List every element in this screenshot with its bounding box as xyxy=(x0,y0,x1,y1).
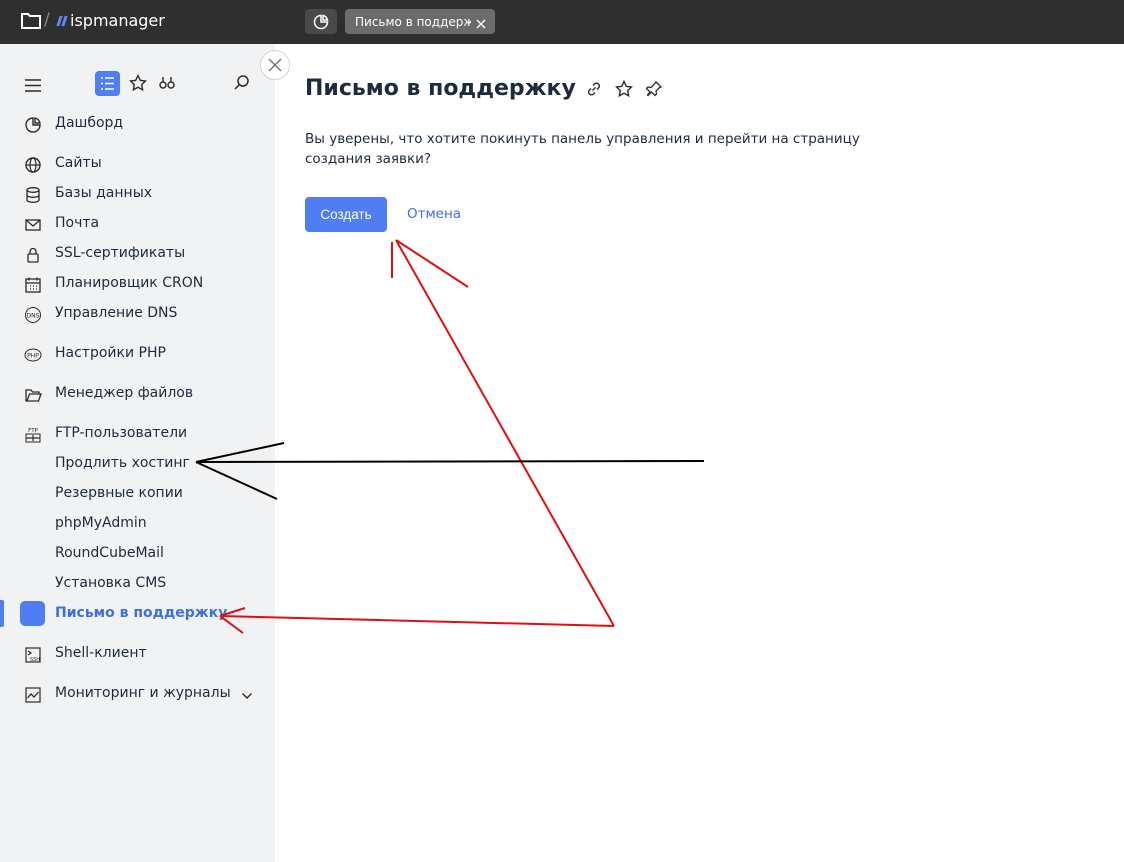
sidebar-item-label: Установка CMS xyxy=(55,575,167,591)
sidebar-item-label: phpMyAdmin xyxy=(55,515,147,531)
cancel-link[interactable]: Отмена xyxy=(407,206,461,222)
sidebar-item-label: Shell-клиент xyxy=(55,645,147,661)
dashboard-tab[interactable] xyxy=(305,9,337,34)
folder-icon[interactable] xyxy=(20,11,42,35)
sidebar-item-label: SSL-сертификаты xyxy=(55,245,186,261)
sidebar-item-label: Письмо в поддержку xyxy=(55,605,228,621)
database-icon xyxy=(24,186,42,204)
sidebar-item-label: Базы данных xyxy=(55,185,153,201)
sidebar-item-label: Резервные копии xyxy=(55,485,183,501)
sidebar-item-mail[interactable]: Почта xyxy=(0,212,275,236)
confirmation-message: Вы уверены, что хотите покинуть панель у… xyxy=(305,131,860,167)
pin-icon[interactable] xyxy=(645,80,663,102)
close-icon[interactable] xyxy=(475,15,487,34)
list-view-button[interactable] xyxy=(95,71,120,96)
page-title: Письмо в поддержку xyxy=(305,76,576,101)
create-button[interactable]: Создать xyxy=(305,197,387,232)
sidebar-item-label: Дашборд xyxy=(55,115,124,131)
search-icon[interactable] xyxy=(233,74,251,96)
logo-separator: / xyxy=(44,10,50,30)
favorites-star-icon[interactable] xyxy=(128,73,148,96)
favorite-star-icon[interactable] xyxy=(614,79,634,102)
title-actions xyxy=(585,79,663,102)
close-icon xyxy=(268,58,282,72)
sidebar-item-label: RoundCubeMail xyxy=(55,545,164,561)
sidebar-item-label: Менеджер файлов xyxy=(55,385,194,401)
active-item-icon xyxy=(20,601,45,626)
sidebar-item-dashboard[interactable]: Дашборд xyxy=(0,112,275,136)
tab-support-letter[interactable]: Письмо в поддерж... xyxy=(345,9,495,34)
ftp-icon: FTP xyxy=(24,426,42,444)
sidebar-item-backups[interactable]: Резервные копии xyxy=(0,482,275,506)
compare-icon[interactable] xyxy=(158,74,176,96)
sidebar-item-label: Мониторинг и журналы xyxy=(55,685,231,701)
sidebar-item-cms-install[interactable]: Установка CMS xyxy=(0,572,275,596)
sidebar-item-label: Управление DNS xyxy=(55,305,178,321)
calendar-icon xyxy=(24,276,42,294)
sidebar: Дашборд Сайты Базы данных Почта SSL-серт… xyxy=(0,44,275,862)
sidebar-item-dns[interactable]: DNS Управление DNS xyxy=(0,302,275,326)
globe-icon xyxy=(24,156,42,174)
sidebar-item-ftp[interactable]: FTP FTP-пользователи xyxy=(0,422,275,446)
chart-icon xyxy=(24,686,42,704)
tab-label: Письмо в поддерж... xyxy=(355,14,471,29)
sidebar-item-phpmyadmin[interactable]: phpMyAdmin xyxy=(0,512,275,536)
ssh-icon: SSH xyxy=(24,646,42,664)
sidebar-item-monitoring[interactable]: Мониторинг и журналы xyxy=(0,682,275,706)
chevron-down-icon[interactable] xyxy=(241,687,253,706)
sidebar-close-button[interactable] xyxy=(260,50,290,80)
mail-icon xyxy=(24,216,42,234)
main-content: Письмо в поддержку Вы уверены, что хотит… xyxy=(275,44,1124,862)
sidebar-item-ssl[interactable]: SSL-сертификаты xyxy=(0,242,275,266)
svg-text:FTP: FTP xyxy=(28,428,38,434)
sidebar-item-file-manager[interactable]: Менеджер файлов xyxy=(0,382,275,406)
sidebar-item-label: Почта xyxy=(55,215,100,231)
svg-text:SSH: SSH xyxy=(30,657,40,663)
sidebar-item-label: Сайты xyxy=(55,155,102,171)
svg-text:DNS: DNS xyxy=(27,312,40,319)
logo-text: ispmanager xyxy=(70,11,165,30)
sidebar-item-renew-hosting[interactable]: Продлить хостинг xyxy=(0,452,275,476)
ispmanager-logo[interactable]: ispmanager xyxy=(56,11,165,30)
list-icon xyxy=(101,77,114,90)
sidebar-item-php[interactable]: PHP Настройки PHP xyxy=(0,342,275,366)
sidebar-item-shell-client[interactable]: SSH Shell-клиент xyxy=(0,642,275,666)
sidebar-item-roundcubemail[interactable]: RoundCubeMail xyxy=(0,542,275,566)
sidebar-item-label: FTP-пользователи xyxy=(55,425,188,441)
sidebar-item-databases[interactable]: Базы данных xyxy=(0,182,275,206)
sidebar-item-label: Планировщик CRON xyxy=(55,275,204,291)
sidebar-item-support-letter[interactable]: Письмо в поддержку xyxy=(0,600,275,627)
logo-mark-icon xyxy=(56,15,68,26)
svg-text:PHP: PHP xyxy=(27,352,39,359)
folder-open-icon xyxy=(24,386,42,404)
lock-icon xyxy=(24,246,42,264)
active-indicator xyxy=(0,600,4,627)
menu-icon[interactable] xyxy=(25,77,41,96)
link-icon[interactable] xyxy=(585,80,603,102)
dns-icon: DNS xyxy=(24,306,42,324)
pie-chart-icon xyxy=(24,116,42,134)
sidebar-item-sites[interactable]: Сайты xyxy=(0,152,275,176)
sidebar-item-cron[interactable]: Планировщик CRON xyxy=(0,272,275,296)
php-icon: PHP xyxy=(24,346,42,364)
sidebar-item-label: Продлить хостинг xyxy=(55,455,190,471)
sidebar-item-label: Настройки PHP xyxy=(55,345,166,361)
pie-chart-icon xyxy=(313,14,329,29)
top-bar: / ispmanager Письмо в поддерж... xyxy=(0,0,1124,44)
